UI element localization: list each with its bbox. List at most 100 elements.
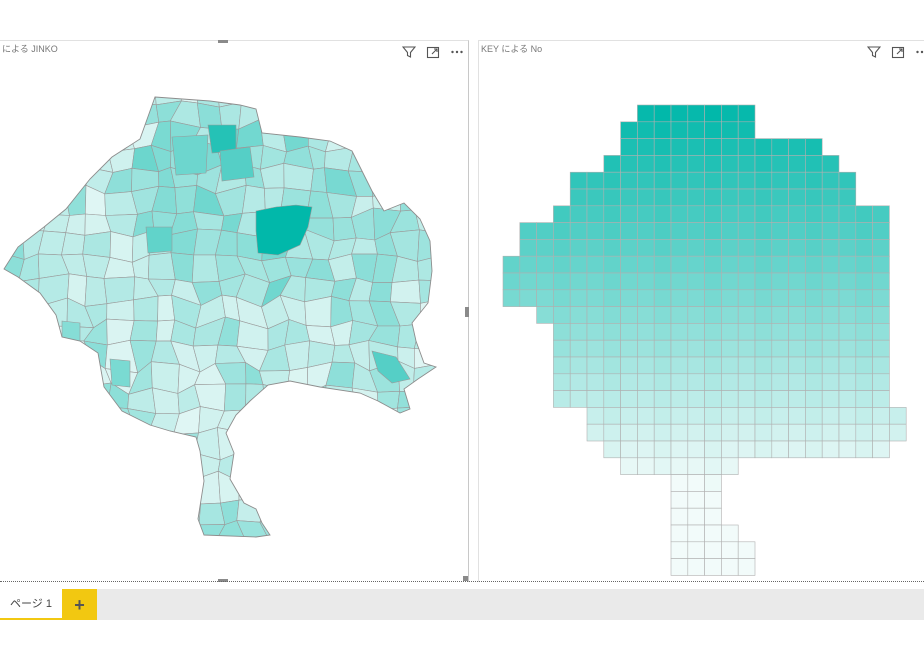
grid-tile[interactable]: [805, 255, 823, 274]
map-region[interactable]: [262, 450, 288, 483]
grid-tile[interactable]: [704, 356, 722, 375]
map-region[interactable]: [127, 408, 157, 437]
grid-tile[interactable]: [586, 272, 605, 291]
map-region[interactable]: [438, 278, 467, 303]
grid-tile[interactable]: [838, 205, 857, 223]
grid-tile[interactable]: [637, 239, 655, 257]
grid-tile[interactable]: [670, 339, 689, 358]
map-region[interactable]: [82, 231, 112, 258]
grid-tile[interactable]: [805, 306, 823, 324]
grid-tile[interactable]: [620, 289, 638, 307]
map-region[interactable]: [440, 410, 462, 439]
map-region[interactable]: [368, 455, 401, 483]
grid-tile[interactable]: [670, 323, 689, 341]
grid-tile[interactable]: [586, 255, 605, 274]
map-region[interactable]: [418, 279, 446, 304]
grid-tile[interactable]: [821, 255, 840, 274]
grid-tile[interactable]: [586, 356, 605, 375]
grid-tile[interactable]: [737, 289, 756, 307]
map-region[interactable]: [41, 340, 70, 372]
map-region[interactable]: [370, 97, 398, 126]
map-region[interactable]: [351, 237, 378, 255]
grid-tile[interactable]: [771, 222, 789, 240]
grid-tile[interactable]: [687, 155, 705, 173]
grid-tile[interactable]: [670, 457, 689, 475]
grid-tile[interactable]: [872, 323, 890, 341]
grid-tile[interactable]: [771, 407, 789, 425]
map-region[interactable]: [24, 369, 44, 388]
map-region[interactable]: [418, 560, 435, 582]
map-region[interactable]: [242, 568, 270, 582]
map-region[interactable]: [133, 295, 159, 322]
grid-tile[interactable]: [704, 239, 722, 257]
map-region[interactable]: [413, 79, 438, 103]
grid-tile[interactable]: [855, 306, 873, 324]
grid-tile[interactable]: [704, 138, 722, 156]
grid-tile[interactable]: [855, 356, 873, 375]
map-region[interactable]: [396, 79, 417, 102]
grid-tile[interactable]: [821, 205, 840, 223]
grid-tile[interactable]: [653, 323, 672, 341]
grid-tile[interactable]: [603, 373, 621, 391]
map-region[interactable]: [304, 105, 335, 130]
grid-tile[interactable]: [670, 289, 689, 307]
grid-tile[interactable]: [653, 373, 672, 391]
grid-tile[interactable]: [721, 339, 739, 358]
grid-tile[interactable]: [754, 440, 773, 459]
map-region[interactable]: [304, 78, 335, 109]
map-region[interactable]: [91, 406, 110, 431]
grid-tile[interactable]: [821, 155, 840, 173]
grid-tile[interactable]: [821, 356, 840, 375]
grid-tile[interactable]: [536, 222, 554, 240]
grid-tile[interactable]: [721, 104, 739, 123]
grid-tile[interactable]: [637, 121, 655, 139]
grid-tile[interactable]: [872, 407, 890, 425]
map-region[interactable]: [263, 480, 292, 501]
map-region[interactable]: [61, 232, 86, 256]
grid-tile[interactable]: [704, 390, 722, 408]
map-region[interactable]: [2, 413, 19, 439]
grid-tile[interactable]: [620, 138, 638, 156]
map-region[interactable]: [307, 450, 335, 483]
grid-tile[interactable]: [670, 222, 689, 240]
map-region[interactable]: [367, 429, 401, 457]
grid-tile[interactable]: [788, 239, 806, 257]
map-region[interactable]: [434, 317, 468, 350]
grid-tile[interactable]: [754, 373, 773, 391]
grid-tile[interactable]: [788, 390, 806, 408]
grid-tile[interactable]: [620, 373, 638, 391]
map-region[interactable]: [348, 470, 381, 503]
map-region[interactable]: [61, 496, 85, 523]
grid-tile[interactable]: [586, 306, 605, 324]
grid-tile[interactable]: [872, 423, 890, 442]
map-region[interactable]: [437, 79, 465, 106]
grid-tile[interactable]: [670, 491, 689, 509]
grid-tile[interactable]: [788, 222, 806, 240]
grid-tile[interactable]: [805, 272, 823, 291]
map-region[interactable]: [83, 521, 115, 546]
grid-tile[interactable]: [502, 272, 521, 291]
map-region[interactable]: [42, 81, 70, 106]
grid-tile[interactable]: [637, 373, 655, 391]
grid-tile[interactable]: [838, 423, 857, 442]
map-region[interactable]: [61, 408, 93, 428]
grid-tile[interactable]: [821, 272, 840, 291]
grid-tile[interactable]: [553, 239, 571, 257]
grid-tile[interactable]: [872, 373, 890, 391]
grid-tile[interactable]: [737, 541, 756, 559]
grid-tile[interactable]: [586, 323, 605, 341]
map-region[interactable]: [259, 497, 292, 523]
map-region[interactable]: [433, 450, 465, 479]
grid-tile[interactable]: [704, 474, 722, 492]
grid-tile[interactable]: [704, 524, 722, 543]
map-region[interactable]: [238, 448, 265, 482]
grid-tile[interactable]: [653, 306, 672, 324]
map-region[interactable]: [131, 451, 152, 477]
map-region[interactable]: [353, 428, 370, 461]
grid-tile[interactable]: [721, 423, 739, 442]
grid-tile[interactable]: [687, 138, 705, 156]
map-region[interactable]: [333, 563, 357, 582]
grid-tile[interactable]: [721, 188, 739, 207]
map-region[interactable]: [83, 80, 110, 101]
grid-tile[interactable]: [569, 188, 588, 207]
